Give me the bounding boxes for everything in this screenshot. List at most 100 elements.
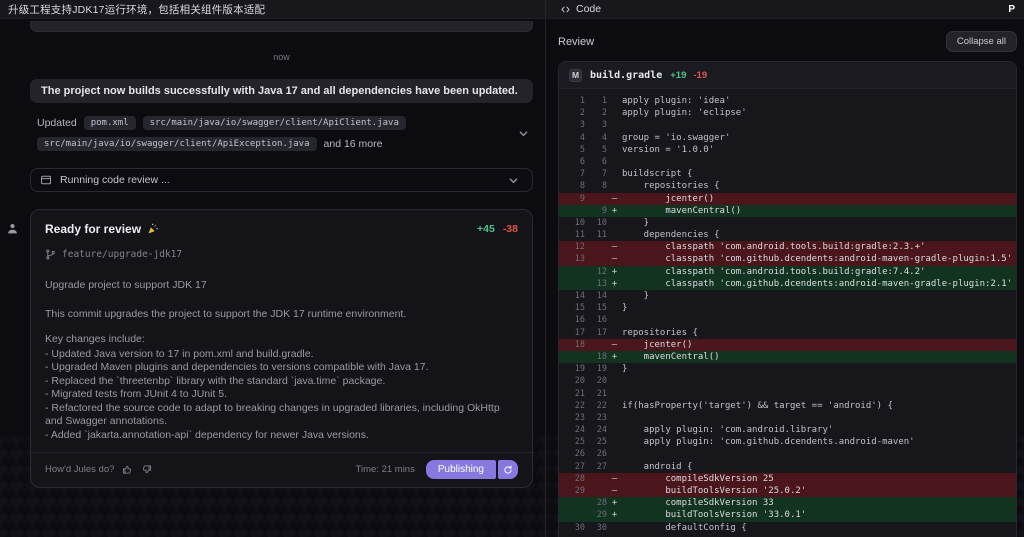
change-item: - Refactored the source code to adapt to… [45, 402, 518, 429]
diff-line: 2020 [559, 375, 1016, 387]
diff-line: 13— classpath 'com.github.dcendents:andr… [559, 253, 1016, 265]
diff-line: 13+ classpath 'com.github.dcendents:andr… [559, 278, 1016, 290]
publishing-button[interactable]: Publishing [426, 460, 496, 479]
commit-intro: This commit upgrades the project to supp… [45, 308, 518, 322]
diff-line: 11apply plugin: 'idea' [559, 95, 1016, 107]
collapsed-message-edge [30, 21, 533, 32]
file-header[interactable]: M build.gradle +19 -19 [559, 62, 1016, 89]
diff-line: 18+ mavenCentral() [559, 351, 1016, 363]
collapse-all-button[interactable]: Collapse all [946, 31, 1017, 52]
app-root: 升级工程支持JDK17运行环境，包括相关组件版本适配 now The proje… [0, 0, 1024, 537]
diff-line: 1414 } [559, 290, 1016, 302]
publish-split-button: Publishing [426, 460, 518, 479]
git-branch-icon [45, 249, 56, 260]
diff-line: 28+ compileSdkVersion 33 [559, 497, 1016, 509]
diff-line: 66 [559, 156, 1016, 168]
updated-files-section: Updated pom.xml src/main/java/io/swagger… [30, 116, 533, 151]
diff-line: 22apply plugin: 'eclipse' [559, 107, 1016, 119]
status-message-card: The project now builds successfully with… [30, 79, 533, 103]
diff-line: 9+ mavenCentral() [559, 205, 1016, 217]
chat-scroll-area: now The project now builds successfully … [0, 19, 545, 537]
running-review-label: Running code review ... [60, 174, 495, 186]
diff-line: 2424 apply plugin: 'com.android.library' [559, 424, 1016, 436]
change-item: - Upgraded Maven plugins and dependencie… [45, 361, 518, 375]
diff-line: 1515} [559, 302, 1016, 314]
code-tab-label: Code [576, 3, 601, 15]
branch-name: feature/upgrade-jdk17 [62, 249, 182, 260]
diff-line: 29— buildToolsVersion '25.0.2' [559, 485, 1016, 497]
code-review-panel: Code P Review Collapse all M build.gradl… [546, 0, 1024, 537]
chevron-down-icon[interactable] [513, 128, 533, 139]
running-code-review-row[interactable]: Running code review ... [30, 168, 533, 192]
feedback-label: How'd Jules do? [45, 464, 114, 475]
file-chip[interactable]: src/main/java/io/swagger/client/ApiExcep… [37, 137, 317, 151]
review-card-header: Ready for review +45 -38 [45, 222, 518, 236]
diff-line: 88 repositories { [559, 180, 1016, 192]
updated-label: Updated [37, 117, 77, 129]
agent-avatar-icon [6, 222, 19, 235]
thumbs-up-icon[interactable] [122, 464, 133, 475]
diff-stats: +45 -38 [477, 223, 518, 235]
status-message: The project now builds successfully with… [41, 85, 518, 97]
diff-line: 28— compileSdkVersion 25 [559, 473, 1016, 485]
diff-line: 1010 } [559, 217, 1016, 229]
file-additions: +19 [670, 70, 686, 81]
more-files-label: and 16 more [324, 138, 383, 150]
diff-line: 33 [559, 119, 1016, 131]
diff-line: 77buildscript { [559, 168, 1016, 180]
diff-line: 2626 [559, 448, 1016, 460]
file-chip[interactable]: src/main/java/io/swagger/client/ApiClien… [143, 116, 406, 130]
party-popper-icon [147, 223, 159, 235]
diff-line: 12— classpath 'com.android.tools.build:g… [559, 241, 1016, 253]
chevron-down-icon[interactable] [503, 175, 523, 186]
right-topbar: Code P [546, 0, 1024, 19]
diff-line: 55version = '1.0.0' [559, 144, 1016, 156]
diff-line: 2323 [559, 412, 1016, 424]
file-name: build.gradle [590, 70, 662, 81]
diff-line: 3030 defaultConfig { [559, 522, 1016, 534]
elapsed-time: Time: 21 mins [356, 464, 415, 475]
diff-line: 9— jcenter() [559, 193, 1016, 205]
key-changes-label: Key changes include: [45, 333, 518, 347]
task-title: 升级工程支持JDK17运行环境，包括相关组件版本适配 [8, 2, 265, 17]
thumbs-down-icon[interactable] [141, 464, 152, 475]
refresh-icon[interactable] [498, 460, 518, 479]
code-icon [560, 4, 571, 15]
publish-button-clipped[interactable]: P [1007, 2, 1016, 17]
chat-panel: 升级工程支持JDK17运行环境，包括相关组件版本适配 now The proje… [0, 0, 546, 537]
file-status-badge: M [569, 69, 582, 82]
file-deletions: -19 [693, 70, 707, 81]
diff-line: 1717repositories { [559, 327, 1016, 339]
review-header: Review Collapse all [546, 19, 1024, 61]
diff-line: 12+ classpath 'com.android.tools.build:g… [559, 266, 1016, 278]
diff-panel: M build.gradle +19 -19 11apply plugin: '… [558, 61, 1017, 537]
commit-message-body: Upgrade project to support JDK 17 This c… [45, 279, 518, 442]
diff-body: 11apply plugin: 'idea'22apply plugin: 'e… [559, 89, 1016, 537]
change-item: - Added `jakarta.annotation-api` depende… [45, 429, 518, 443]
left-topbar: 升级工程支持JDK17运行环境，包括相关组件版本适配 [0, 0, 545, 19]
key-changes-list: - Updated Java version to 17 in pom.xml … [45, 348, 518, 443]
additions-count: +45 [477, 223, 495, 235]
file-chip[interactable]: pom.xml [84, 116, 136, 130]
review-card-footer: How'd Jules do? Time: 21 mins Publishing [31, 452, 532, 487]
diff-line: 18— jcenter() [559, 339, 1016, 351]
review-title: Review [558, 36, 594, 48]
commit-title: Upgrade project to support JDK 17 [45, 279, 518, 293]
diff-line: 1919} [559, 363, 1016, 375]
timestamp: now [30, 52, 533, 62]
code-review-icon [40, 174, 52, 186]
diff-line: 44group = 'io.swagger' [559, 132, 1016, 144]
deletions-count: -38 [503, 223, 518, 235]
ready-for-review-card: Ready for review +45 -38 feature/upgrade… [30, 209, 533, 488]
feedback-row: How'd Jules do? [45, 464, 152, 475]
diff-line: 1616 [559, 314, 1016, 326]
diff-line: 29+ buildToolsVersion '33.0.1' [559, 509, 1016, 521]
diff-line: 2222if(hasProperty('target') && target =… [559, 400, 1016, 412]
diff-line: 2121 [559, 388, 1016, 400]
updated-files-list: Updated pom.xml src/main/java/io/swagger… [30, 116, 513, 151]
tab-code[interactable]: Code [560, 3, 601, 15]
change-item: - Migrated tests from JUnit 4 to JUnit 5… [45, 388, 518, 402]
diff-line: 2525 apply plugin: 'com.github.dcendents… [559, 436, 1016, 448]
ready-for-review-title: Ready for review [45, 222, 141, 236]
diff-line: 2727 android { [559, 461, 1016, 473]
